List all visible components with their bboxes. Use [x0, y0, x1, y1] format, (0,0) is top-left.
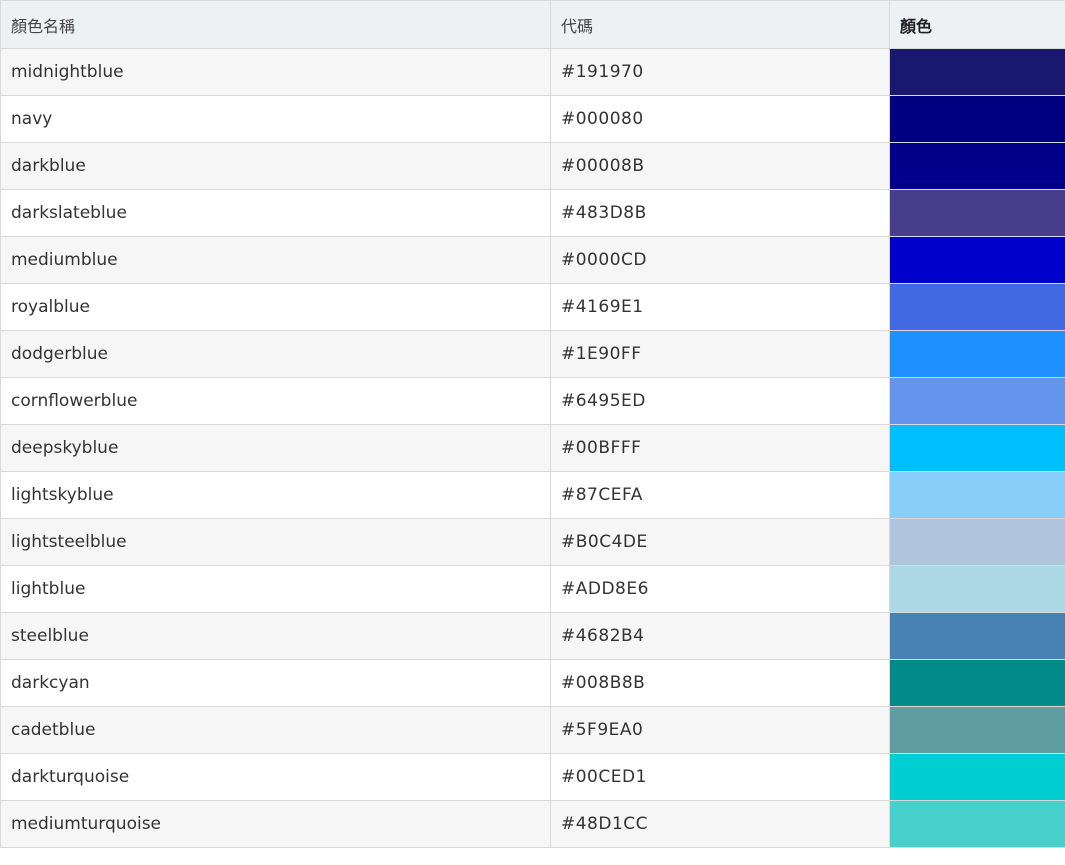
- table-header: 顏色名稱 代碼 顏色: [0, 0, 1065, 49]
- color-name-cell: cornflowerblue: [0, 377, 551, 425]
- color-code-cell: #48D1CC: [550, 800, 890, 848]
- color-name-cell: darkcyan: [0, 659, 551, 707]
- color-swatch: [889, 48, 1065, 96]
- table-row: mediumblue #0000CD: [0, 236, 1065, 284]
- table-row: darkturquoise #00CED1: [0, 753, 1065, 801]
- header-color: 顏色: [889, 0, 1065, 49]
- table-row: darkcyan #008B8B: [0, 659, 1065, 707]
- table-body: midnightblue #191970 navy #000080 darkblue #0…: [0, 48, 1065, 848]
- color-swatch: [889, 189, 1065, 237]
- table-row: darkblue #00008B: [0, 142, 1065, 190]
- color-code-cell: #1E90FF: [550, 330, 890, 378]
- color-swatch: [889, 612, 1065, 660]
- color-name-cell: royalblue: [0, 283, 551, 331]
- color-name-cell: lightskyblue: [0, 471, 551, 519]
- table-row: lightsteelblue #B0C4DE: [0, 518, 1065, 566]
- table-row: lightskyblue #87CEFA: [0, 471, 1065, 519]
- table-row: cornflowerblue #6495ED: [0, 377, 1065, 425]
- color-name-cell: lightblue: [0, 565, 551, 613]
- table-row: midnightblue #191970: [0, 48, 1065, 96]
- color-swatch: [889, 706, 1065, 754]
- color-swatch: [889, 753, 1065, 801]
- table-row: lightblue #ADD8E6: [0, 565, 1065, 613]
- color-swatch: [889, 659, 1065, 707]
- header-color-name: 顏色名稱: [0, 0, 551, 49]
- color-name-cell: lightsteelblue: [0, 518, 551, 566]
- color-code-cell: #87CEFA: [550, 471, 890, 519]
- table-row: darkslateblue #483D8B: [0, 189, 1065, 237]
- color-name-cell: darkturquoise: [0, 753, 551, 801]
- color-swatch: [889, 283, 1065, 331]
- color-swatch: [889, 565, 1065, 613]
- color-name-cell: steelblue: [0, 612, 551, 660]
- color-code-cell: #B0C4DE: [550, 518, 890, 566]
- color-code-cell: #00BFFF: [550, 424, 890, 472]
- color-name-cell: cadetblue: [0, 706, 551, 754]
- color-code-cell: #00CED1: [550, 753, 890, 801]
- table-row: navy #000080: [0, 95, 1065, 143]
- color-code-cell: #0000CD: [550, 236, 890, 284]
- header-code: 代碼: [550, 0, 890, 49]
- color-name-cell: darkblue: [0, 142, 551, 190]
- color-code-cell: #ADD8E6: [550, 565, 890, 613]
- color-name-cell: mediumblue: [0, 236, 551, 284]
- table-row: cadetblue #5F9EA0: [0, 706, 1065, 754]
- table-row: royalblue #4169E1: [0, 283, 1065, 331]
- color-table: 顏色名稱 代碼 顏色 midnightblue #191970 navy #00008…: [0, 0, 1065, 848]
- color-code-cell: #008B8B: [550, 659, 890, 707]
- color-code-cell: #6495ED: [550, 377, 890, 425]
- color-code-cell: #4169E1: [550, 283, 890, 331]
- color-swatch: [889, 142, 1065, 190]
- color-swatch: [889, 377, 1065, 425]
- color-name-cell: deepskyblue: [0, 424, 551, 472]
- color-swatch: [889, 236, 1065, 284]
- color-code-cell: #5F9EA0: [550, 706, 890, 754]
- header-row: 顏色名稱 代碼 顏色: [0, 0, 1065, 49]
- color-name-cell: darkslateblue: [0, 189, 551, 237]
- color-name-cell: mediumturquoise: [0, 800, 551, 848]
- color-code-cell: #4682B4: [550, 612, 890, 660]
- table-row: mediumturquoise #48D1CC: [0, 800, 1065, 848]
- color-swatch: [889, 518, 1065, 566]
- color-swatch: [889, 95, 1065, 143]
- color-code-cell: #000080: [550, 95, 890, 143]
- color-name-cell: midnightblue: [0, 48, 551, 96]
- color-swatch: [889, 424, 1065, 472]
- color-name-cell: navy: [0, 95, 551, 143]
- color-code-cell: #483D8B: [550, 189, 890, 237]
- color-code-cell: #191970: [550, 48, 890, 96]
- color-name-cell: dodgerblue: [0, 330, 551, 378]
- color-code-cell: #00008B: [550, 142, 890, 190]
- table-row: dodgerblue #1E90FF: [0, 330, 1065, 378]
- table-row: deepskyblue #00BFFF: [0, 424, 1065, 472]
- table-row: steelblue #4682B4: [0, 612, 1065, 660]
- color-swatch: [889, 330, 1065, 378]
- color-swatch: [889, 471, 1065, 519]
- color-swatch: [889, 800, 1065, 848]
